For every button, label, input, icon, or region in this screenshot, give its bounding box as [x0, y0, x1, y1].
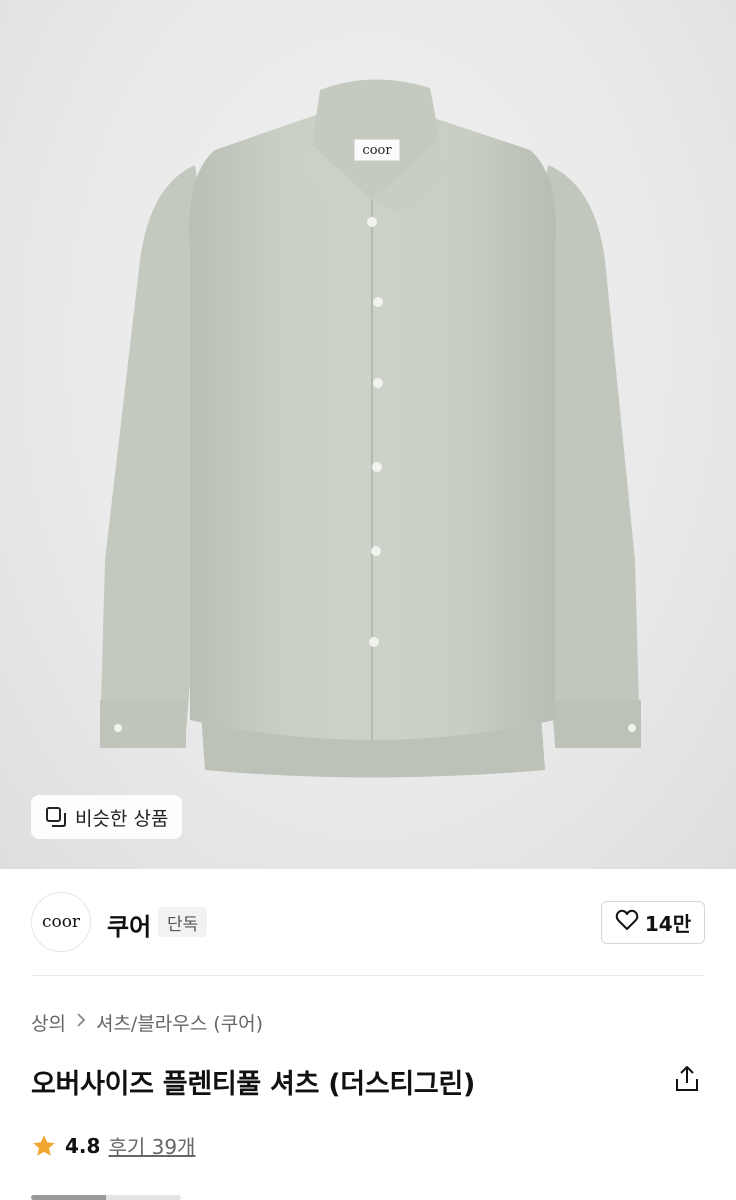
similar-items-button[interactable]: 비슷한 상품 [31, 795, 183, 839]
star-icon [31, 1133, 57, 1159]
similar-items-label: 비슷한 상품 [75, 807, 169, 830]
product-title: 오버사이즈 플렌티풀 셔츠 (더스티그린) [31, 1069, 476, 1100]
heart-icon [615, 909, 639, 936]
exclusive-badge: 단독 [158, 907, 208, 937]
image-pager-indicator [31, 1195, 181, 1200]
share-button[interactable] [671, 1063, 703, 1095]
product-image[interactable]: coor 비슷한 상품 [0, 0, 736, 869]
shirt-brand-label: coor [354, 139, 400, 161]
rating-row: 4.8 후기 39개 [31, 1131, 195, 1160]
similar-items-icon [45, 806, 67, 828]
image-pager-fill [31, 1195, 106, 1200]
divider [31, 975, 705, 976]
rating-score: 4.8 [65, 1133, 101, 1158]
breadcrumb-category[interactable]: 상의 [31, 1009, 66, 1036]
brand-logo[interactable]: coor [31, 892, 91, 952]
like-button[interactable]: 14만 [601, 901, 705, 944]
brand-name[interactable]: 쿠어 [107, 907, 151, 942]
like-count: 14만 [644, 912, 692, 936]
reviews-link[interactable]: 후기 39개 [108, 1131, 195, 1160]
brand-row: coor 쿠어 단독 14만 [31, 892, 705, 952]
chevron-right-icon [76, 1012, 86, 1033]
share-icon [671, 1066, 703, 1099]
shirt-illustration [100, 79, 641, 778]
breadcrumb: 상의 셔츠/블라우스 (쿠어) [31, 1009, 263, 1036]
breadcrumb-subcategory[interactable]: 셔츠/블라우스 (쿠어) [96, 1009, 263, 1036]
